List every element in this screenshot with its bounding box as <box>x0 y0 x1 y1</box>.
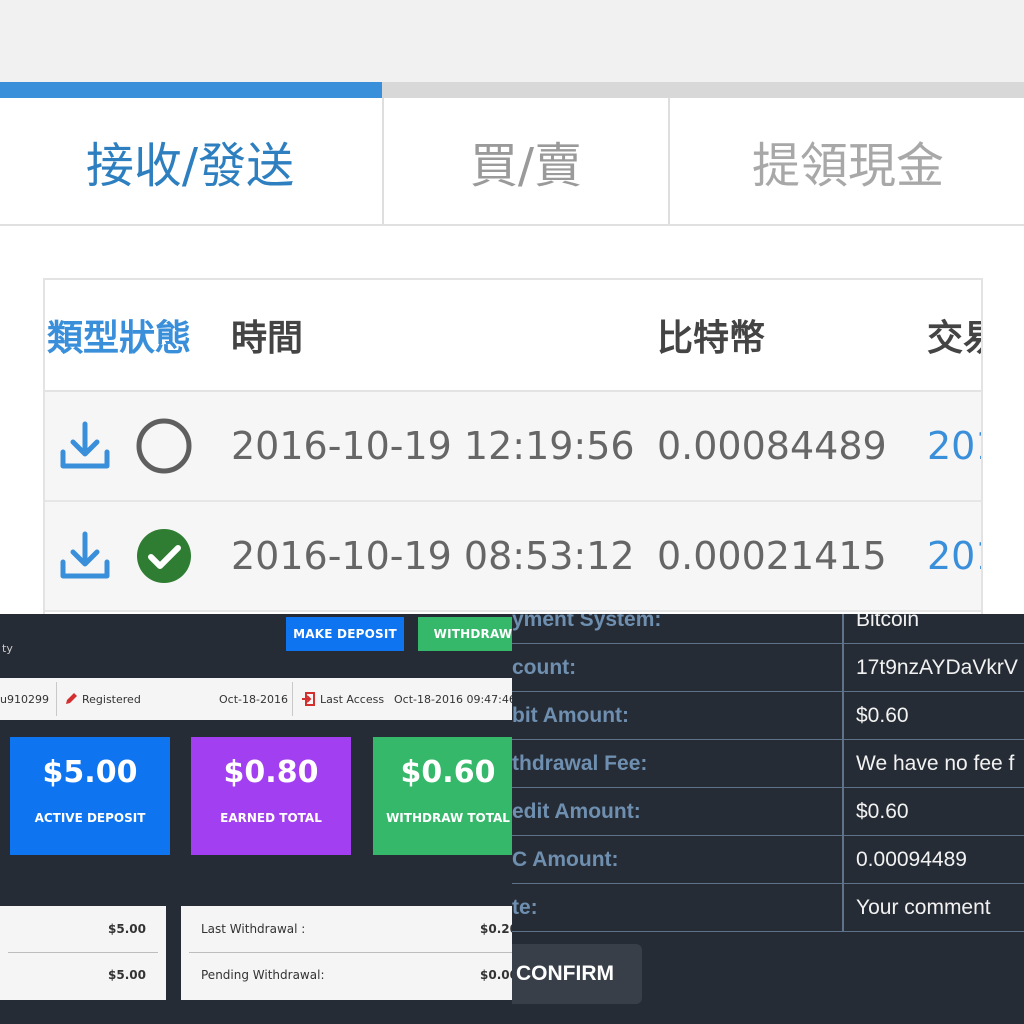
header-type-status: 類型狀態 <box>47 318 192 359</box>
row-btc-amount: 0.00084489 <box>657 424 887 468</box>
earned-total-value: $0.80 <box>223 755 319 790</box>
tab-track <box>382 82 1024 98</box>
active-tab-indicator <box>0 82 382 98</box>
last-withdrawal-value: $0.20 <box>480 922 512 936</box>
detail-label: te: <box>512 895 538 919</box>
earned-total-label: EARNED TOTAL <box>220 811 322 825</box>
detail-label: edit Amount: <box>512 799 641 823</box>
comment-field[interactable]: Your comment <box>856 884 991 931</box>
detail-value: Bitcoin <box>856 614 920 631</box>
table-row[interactable]: 2016-10-19 08:53:12 0.00021415 201 <box>45 502 981 612</box>
summary-value: $5.00 <box>108 968 146 982</box>
detail-value: 17t9nzAYDaVkrV <box>856 655 1018 679</box>
last-withdrawal-label: Last Withdrawal : <box>201 922 306 936</box>
detail-value: $0.60 <box>856 799 909 823</box>
investment-dashboard: ty MAKE DEPOSIT WITHDRAW u910299 Registe… <box>0 614 512 1024</box>
row-time: 2016-10-19 12:19:56 <box>231 424 635 468</box>
confirm-button[interactable]: CONFIRM <box>512 944 642 1004</box>
pending-withdrawal-value: $0.00 <box>480 968 512 982</box>
row-time: 2016-10-19 08:53:12 <box>231 534 635 578</box>
last-access-value: Oct-18-2016 09:47:46 P <box>394 692 512 706</box>
detail-label: bit Amount: <box>512 703 630 727</box>
login-icon <box>302 692 315 706</box>
pending-circle-icon <box>136 418 192 474</box>
divider <box>189 952 512 953</box>
row-transaction-link[interactable]: 201 <box>927 392 981 500</box>
tab-buy-sell[interactable]: 買/賣 <box>382 98 668 224</box>
detail-label: C Amount: <box>512 847 619 871</box>
tab-withdraw-cash[interactable]: 提領現金 <box>668 98 1024 224</box>
detail-label: count: <box>512 655 577 679</box>
registered-date: Oct-18-2016 <box>219 692 288 706</box>
pencil-icon <box>66 693 77 704</box>
divider <box>56 682 57 716</box>
detail-value: $0.60 <box>856 703 909 727</box>
detail-label: thdrawal Fee: <box>512 751 648 775</box>
detail-row: count: 17t9nzAYDaVkrV <box>512 644 1024 692</box>
earned-total-card: $0.80 EARNED TOTAL <box>191 737 351 855</box>
check-circle-icon <box>137 529 191 583</box>
detail-row: bit Amount: $0.60 <box>512 692 1024 740</box>
active-deposit-card: $5.00 ACTIVE DEPOSIT <box>10 737 170 855</box>
withdrawal-summary-box: Last Withdrawal : $0.20 Pending Withdraw… <box>181 906 512 1000</box>
detail-row: thdrawal Fee: We have no fee f <box>512 740 1024 788</box>
registered-label: Registered <box>82 692 141 706</box>
row-transaction-link[interactable]: 201 <box>927 502 981 610</box>
withdraw-total-card: $0.60 WITHDRAW TOTAL <box>373 737 512 855</box>
active-deposit-value: $5.00 <box>42 755 138 790</box>
username: u910299 <box>0 692 49 706</box>
last-access-label: Last Access <box>320 692 385 706</box>
detail-row: edit Amount: $0.60 <box>512 788 1024 836</box>
row-btc-amount: 0.00021415 <box>657 534 887 578</box>
withdraw-total-value: $0.60 <box>400 755 496 790</box>
detail-label: yment System: <box>512 614 662 631</box>
detail-row: te: Your comment <box>512 884 1024 932</box>
header-bitcoin: 比特幣 <box>657 318 766 359</box>
table-row[interactable]: 2016-10-19 12:19:56 0.00084489 201 <box>45 392 981 502</box>
app-top-bar <box>0 0 1024 82</box>
withdraw-total-label: WITHDRAW TOTAL <box>386 811 510 825</box>
header-transaction: 交易 <box>927 318 981 359</box>
table-header: 類型狀態 時間 比特幣 交易 <box>45 280 981 392</box>
summary-value: $5.00 <box>108 922 146 936</box>
dashboard-subtitle: ty <box>2 642 13 655</box>
column-divider <box>842 614 844 932</box>
tab-bar: 接收/發送 買/賣 提領現金 <box>0 82 1024 226</box>
active-deposit-label: ACTIVE DEPOSIT <box>34 811 146 825</box>
download-icon <box>60 421 110 469</box>
detail-value: We have no fee f <box>856 751 1015 775</box>
tab-receive-send[interactable]: 接收/發送 <box>0 98 380 224</box>
download-icon <box>60 531 110 579</box>
deposit-summary-box: $5.00 $5.00 <box>0 906 166 1000</box>
withdrawal-confirm-panel: yment System: Bitcoin count: 17t9nzAYDaV… <box>512 614 1024 1024</box>
header-time: 時間 <box>231 318 304 359</box>
detail-value: 0.00094489 <box>856 847 967 871</box>
transactions-table: 類型狀態 時間 比特幣 交易 2016-10-19 12:19:56 0.000… <box>43 278 983 622</box>
account-info-strip: u910299 Registered Oct-18-2016 Last Acce… <box>0 678 512 720</box>
pending-withdrawal-label: Pending Withdrawal: <box>201 968 325 982</box>
divider <box>8 952 158 953</box>
divider <box>292 682 293 716</box>
detail-row: yment System: Bitcoin <box>512 614 1024 644</box>
withdraw-button[interactable]: WITHDRAW <box>418 617 512 651</box>
make-deposit-button[interactable]: MAKE DEPOSIT <box>286 617 404 651</box>
detail-row: C Amount: 0.00094489 <box>512 836 1024 884</box>
